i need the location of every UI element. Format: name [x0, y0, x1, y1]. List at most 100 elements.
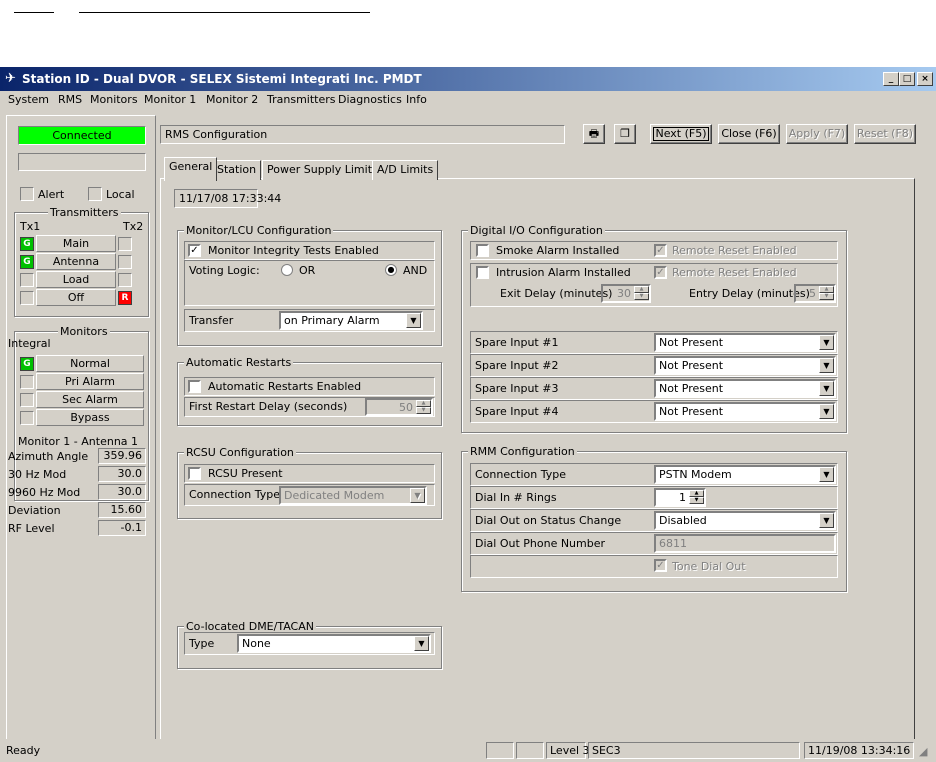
- spin-down-icon[interactable]: ▼: [819, 293, 834, 300]
- load-button[interactable]: Load: [36, 271, 116, 288]
- tab-ad-limits[interactable]: A/D Limits: [372, 160, 439, 180]
- tx1-antenna-indicator: G: [20, 255, 34, 269]
- pri-alarm-button[interactable]: Pri Alarm: [36, 373, 144, 390]
- and-label: AND: [403, 264, 428, 277]
- spare-2-value: Not Present: [659, 359, 724, 372]
- tone-label: Tone Dial Out: [672, 560, 746, 573]
- spare-2-row: Spare Input #2 Not Present ▼: [470, 354, 838, 377]
- dme-type-select[interactable]: None ▼: [237, 634, 431, 653]
- next-button[interactable]: Next (F5): [650, 124, 712, 144]
- rf-level-label: RF Level: [8, 522, 55, 535]
- menu-system[interactable]: System: [8, 93, 49, 106]
- spare-1-value: Not Present: [659, 336, 724, 349]
- phone-label: Dial Out Phone Number: [475, 537, 606, 550]
- normal-button[interactable]: Normal: [36, 355, 144, 372]
- tx1-label: Tx1: [20, 220, 41, 233]
- antenna-button[interactable]: Antenna: [36, 253, 116, 270]
- menu-monitors[interactable]: Monitors: [90, 93, 138, 106]
- smoke-checkbox[interactable]: [476, 244, 489, 257]
- spin-up-icon[interactable]: ▲: [416, 400, 431, 407]
- status-datetime: 11/19/08 13:34:16: [804, 742, 914, 759]
- integrity-checkbox[interactable]: ✓: [188, 244, 201, 257]
- spin-up-icon[interactable]: ▲: [819, 286, 834, 293]
- restarts-checkbox[interactable]: [188, 380, 201, 393]
- or-radio[interactable]: [281, 264, 293, 276]
- sec-alarm-button[interactable]: Sec Alarm: [36, 391, 144, 408]
- menu-diagnostics[interactable]: Diagnostics: [338, 93, 402, 106]
- title-bar[interactable]: ✈ Station ID - Dual DVOR - SELEX Sistemi…: [0, 67, 936, 91]
- resize-grip-icon[interactable]: ◢: [919, 745, 927, 758]
- phone-value: 6811: [659, 537, 687, 550]
- tone-checkbox[interactable]: ✓: [654, 559, 667, 572]
- spin-up-icon[interactable]: ▲: [689, 490, 704, 497]
- status-bar: Ready Level 3 SEC3 11/19/08 13:34:16 ◢: [0, 739, 936, 762]
- main-button[interactable]: Main: [36, 235, 116, 252]
- phone-input[interactable]: 6811: [654, 534, 836, 553]
- minimize-button[interactable]: _: [883, 72, 899, 86]
- monitor-lcu-title: Monitor/LCU Configuration: [184, 224, 334, 237]
- spare-4-select[interactable]: Not Present ▼: [654, 402, 836, 421]
- spin-up-icon[interactable]: ▲: [634, 286, 649, 293]
- entry-delay-spinner[interactable]: 5 ▲ ▼: [794, 284, 836, 303]
- local-indicator: [88, 187, 102, 201]
- close-button[interactable]: Close (F6): [718, 124, 780, 144]
- chevron-down-icon: ▼: [414, 636, 429, 651]
- tab-power-supply-limits[interactable]: Power Supply Limits: [262, 160, 383, 180]
- rmm-conn-select[interactable]: PSTN Modem ▼: [654, 465, 836, 484]
- exit-delay-spinner[interactable]: 30 ▲ ▼: [601, 284, 651, 303]
- restart-delay-spinner[interactable]: 50 ▲ ▼: [365, 398, 433, 416]
- transmitters-title: Transmitters: [48, 206, 121, 219]
- reset-button[interactable]: Reset (F8): [854, 124, 916, 144]
- chevron-down-icon: ▼: [819, 381, 834, 396]
- menu-transmitters[interactable]: Transmitters: [267, 93, 336, 106]
- close-window-button[interactable]: ×: [917, 72, 933, 86]
- rcsu-conn-select[interactable]: Dedicated Modem ▼: [279, 486, 427, 505]
- spin-down-icon[interactable]: ▼: [689, 497, 704, 504]
- integrity-row: ✓ Monitor Integrity Tests Enabled: [184, 241, 435, 260]
- spare-2-select[interactable]: Not Present ▼: [654, 356, 836, 375]
- status-user: SEC3: [588, 742, 800, 759]
- integrity-label: Monitor Integrity Tests Enabled: [208, 244, 379, 257]
- transfer-select[interactable]: on Primary Alarm ▼: [279, 311, 423, 330]
- spare-3-row: Spare Input #3 Not Present ▼: [470, 377, 838, 400]
- spare-4-value: Not Present: [659, 405, 724, 418]
- spare-1-row: Spare Input #1 Not Present ▼: [470, 331, 838, 354]
- menu-monitor-2[interactable]: Monitor 2: [206, 93, 258, 106]
- spin-down-icon[interactable]: ▼: [634, 293, 649, 300]
- entry-delay-label: Entry Delay (minutes): [689, 287, 810, 300]
- tab-general[interactable]: General: [164, 157, 218, 181]
- dialout-label: Dial Out on Status Change: [475, 514, 622, 527]
- status-message-box: [18, 153, 146, 171]
- rings-spinner[interactable]: 1 ▲ ▼: [654, 488, 706, 507]
- menu-rms[interactable]: RMS: [58, 93, 82, 106]
- tx1-main-indicator: G: [20, 237, 34, 251]
- spare-3-select[interactable]: Not Present ▼: [654, 379, 836, 398]
- menu-monitor-1[interactable]: Monitor 1: [144, 93, 196, 106]
- bypass-button[interactable]: Bypass: [36, 409, 144, 426]
- rcsu-checkbox[interactable]: [188, 467, 201, 480]
- tx2-main-indicator: [118, 237, 132, 251]
- pri-alarm-indicator: [20, 375, 34, 389]
- status-pane-1: [486, 742, 514, 759]
- and-radio[interactable]: ●: [385, 264, 397, 276]
- spare-1-select[interactable]: Not Present ▼: [654, 333, 836, 352]
- tab-station[interactable]: Station: [212, 160, 262, 180]
- spin-down-icon[interactable]: ▼: [416, 407, 431, 414]
- off-button[interactable]: Off: [36, 289, 116, 306]
- tx2-load-indicator: [118, 273, 132, 287]
- remote-reset-2-checkbox[interactable]: ✓: [654, 266, 667, 279]
- maximize-button[interactable]: □: [899, 72, 915, 86]
- rings-row: Dial In # Rings 1 ▲ ▼: [470, 486, 838, 509]
- tx2-label: Tx2: [123, 220, 144, 233]
- spare-3-label: Spare Input #3: [475, 382, 559, 395]
- apply-button[interactable]: Apply (F7): [786, 124, 848, 144]
- copy-button[interactable]: ❐: [614, 124, 636, 144]
- remote-reset-1-checkbox[interactable]: ✓: [654, 244, 667, 257]
- dialout-select[interactable]: Disabled ▼: [654, 511, 836, 530]
- intrusion-checkbox[interactable]: [476, 266, 489, 279]
- print-button[interactable]: 🖶: [583, 124, 605, 144]
- menu-info[interactable]: Info: [406, 93, 427, 106]
- exit-delay-label: Exit Delay (minutes): [500, 287, 613, 300]
- rmm-title: RMM Configuration: [468, 445, 577, 458]
- tx1-off-indicator: [20, 291, 34, 305]
